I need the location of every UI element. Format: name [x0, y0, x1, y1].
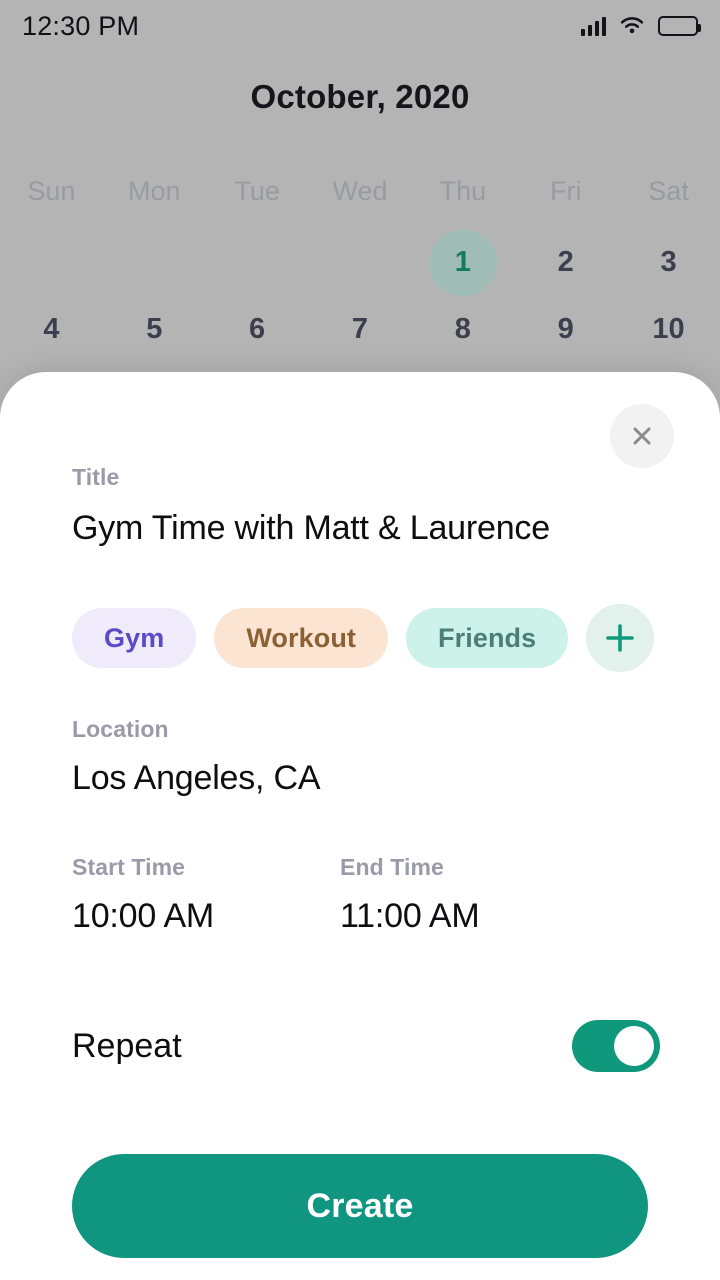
- close-icon: [627, 421, 657, 451]
- signal-bars-icon: [581, 16, 606, 36]
- app-screen: 12:30 PM October, 2020 Sun Mon Tue: [0, 0, 720, 1280]
- calendar-weekday: Mon: [103, 172, 206, 207]
- calendar-week-row: 1 2 3: [0, 229, 720, 296]
- tag-list: Gym Workout Friends: [72, 604, 670, 672]
- tag-chip-gym[interactable]: Gym: [72, 608, 196, 668]
- calendar-day-cell: [206, 229, 309, 296]
- battery-full-icon: [658, 16, 698, 36]
- calendar-day-cell-selected[interactable]: 1: [411, 229, 514, 296]
- calendar-weekday: Thu: [411, 172, 514, 207]
- start-time-value[interactable]: 10:00 AM: [72, 897, 340, 936]
- toggle-knob: [614, 1026, 654, 1066]
- status-bar-time: 12:30 PM: [22, 11, 139, 42]
- calendar-weekday: Tue: [206, 172, 309, 207]
- calendar-month-title: October, 2020: [0, 78, 720, 116]
- title-field[interactable]: Title Gym Time with Matt & Laurence: [0, 464, 720, 548]
- wifi-icon: [619, 16, 645, 36]
- location-label: Location: [72, 716, 648, 743]
- start-time-label: Start Time: [72, 854, 340, 881]
- title-input[interactable]: Gym Time with Matt & Laurence: [72, 509, 648, 548]
- end-time-label: End Time: [340, 854, 480, 881]
- calendar-day-cell: [309, 229, 412, 296]
- location-input[interactable]: Los Angeles, CA: [72, 759, 648, 798]
- repeat-label: Repeat: [72, 1027, 182, 1066]
- calendar-day-number: 6: [223, 297, 291, 363]
- add-tag-button[interactable]: [586, 604, 654, 672]
- title-label: Title: [72, 464, 648, 491]
- calendar-day-cell[interactable]: 4: [0, 296, 103, 363]
- calendar-day-cell: [0, 229, 103, 296]
- repeat-toggle[interactable]: [572, 1020, 660, 1072]
- calendar-weekday: Sat: [617, 172, 720, 207]
- calendar-day-number: 3: [635, 230, 703, 296]
- calendar-day-number: 8: [429, 297, 497, 363]
- calendar-day-cell[interactable]: 7: [309, 296, 412, 363]
- status-bar: 12:30 PM: [0, 0, 720, 52]
- tag-chip-workout[interactable]: Workout: [214, 608, 388, 668]
- close-button[interactable]: [610, 404, 674, 468]
- calendar-day-cell[interactable]: 8: [411, 296, 514, 363]
- calendar-week-row: 4 5 6 7 8 9 10: [0, 296, 720, 363]
- calendar-day-number: 9: [532, 297, 600, 363]
- status-bar-icons: [581, 16, 698, 36]
- location-field[interactable]: Location Los Angeles, CA: [0, 716, 720, 798]
- calendar-weekday-row: Sun Mon Tue Wed Thu Fri Sat: [0, 172, 720, 207]
- calendar-day-cell[interactable]: 6: [206, 296, 309, 363]
- calendar-day-cell[interactable]: 5: [103, 296, 206, 363]
- start-time-field[interactable]: Start Time 10:00 AM: [72, 854, 340, 936]
- calendar-weekday: Wed: [309, 172, 412, 207]
- calendar-day-number: 5: [120, 297, 188, 363]
- tag-chip-friends[interactable]: Friends: [406, 608, 568, 668]
- calendar-weekday: Fri: [514, 172, 617, 207]
- calendar-day-number: 10: [635, 297, 703, 363]
- calendar-day-cell: [103, 229, 206, 296]
- calendar-day-cell[interactable]: 2: [514, 229, 617, 296]
- create-button[interactable]: Create: [72, 1154, 648, 1258]
- calendar-weekday: Sun: [0, 172, 103, 207]
- calendar-day-cell[interactable]: 9: [514, 296, 617, 363]
- calendar-day-cell[interactable]: 10: [617, 296, 720, 363]
- calendar-day-cell[interactable]: 3: [617, 229, 720, 296]
- calendar-day-number: 7: [326, 297, 394, 363]
- calendar-day-number: 2: [532, 230, 600, 296]
- end-time-value[interactable]: 11:00 AM: [340, 897, 480, 936]
- calendar-day-number: 1: [429, 230, 497, 296]
- plus-icon: [603, 621, 637, 655]
- end-time-field[interactable]: End Time 11:00 AM: [340, 854, 480, 936]
- time-fields: Start Time 10:00 AM End Time 11:00 AM: [72, 854, 648, 936]
- event-editor-sheet: Title Gym Time with Matt & Laurence Gym …: [0, 372, 720, 1280]
- repeat-row: Repeat: [72, 1020, 660, 1072]
- calendar-day-number: 4: [17, 297, 85, 363]
